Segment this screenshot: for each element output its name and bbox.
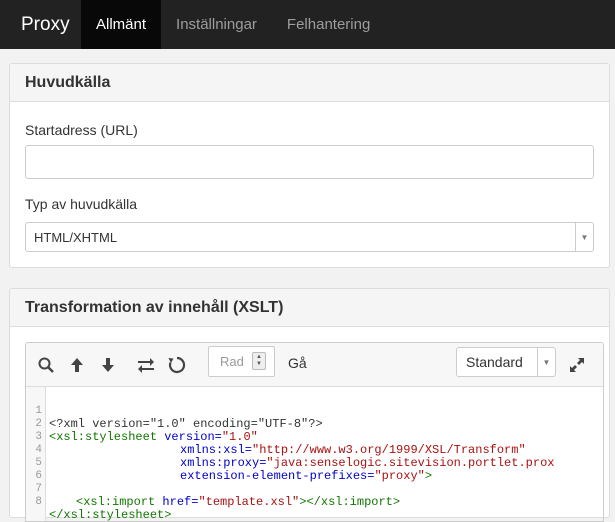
replace-icon[interactable] [135, 354, 157, 376]
line-stepper[interactable]: ▲ ▼ [252, 352, 266, 370]
code-line: 7 <xsl:import href="template.xsl"></xsl:… [26, 470, 603, 509]
xslt-title: Transformation av innehåll (XSLT) [10, 289, 609, 327]
code-editor[interactable]: Rad ▲ ▼ Gå Standard ▼ 1 <?xml version="1.… [25, 342, 604, 522]
chevron-down-icon[interactable]: ▼ [537, 348, 555, 376]
code-tag: ></xsl:import> [299, 495, 401, 509]
line-number: 8 [35, 496, 42, 508]
code-line: 6 [26, 457, 603, 482]
code-tag: </xsl:stylesheet> [49, 508, 172, 522]
source-type-label: Typ av huvudkälla [25, 196, 138, 212]
arrow-down-icon[interactable] [97, 354, 119, 376]
code-line: 2 <xsl:stylesheet version="1.0" [26, 405, 603, 444]
chevron-down-icon[interactable]: ▼ [575, 223, 593, 251]
go-button[interactable]: Gå [288, 355, 307, 371]
url-label: Startadress (URL) [25, 122, 138, 138]
code-line: 3 xmlns:xsl="http://www.w3.org/1999/XSL/… [26, 418, 603, 457]
theme-select[interactable]: Standard ▼ [456, 347, 556, 377]
code-area[interactable]: 1 <?xml version="1.0" encoding="UTF-8"?>… [26, 387, 603, 521]
tab-settings[interactable]: Inställningar [161, 0, 272, 49]
refresh-icon[interactable] [166, 354, 188, 376]
code-line: 4 xmlns:proxy="java:senselogic.sitevisio… [26, 431, 603, 470]
code-line: 8 </xsl:stylesheet> [26, 483, 603, 521]
theme-value: Standard [466, 354, 523, 370]
code-tag: <xsl:import [76, 495, 156, 509]
expand-icon[interactable] [566, 354, 588, 376]
code-attr: href= [155, 495, 199, 509]
search-icon[interactable] [35, 354, 57, 376]
source-type-select[interactable]: HTML/XHTML ▼ [25, 222, 594, 252]
xslt-panel: Transformation av innehåll (XSLT) Rad ▲ ▼… [9, 288, 610, 522]
url-input[interactable] [25, 145, 594, 179]
code-line: 5 extension-element-prefixes="proxy"> [26, 444, 603, 483]
arrow-up-icon[interactable] [66, 354, 88, 376]
code-line: 1 <?xml version="1.0" encoding="UTF-8"?> [26, 392, 603, 431]
code-string: "template.xsl" [198, 495, 300, 509]
top-navbar: Proxy Allmänt Inställningar Felhantering [0, 0, 615, 49]
tab-general[interactable]: Allmänt [81, 0, 162, 49]
source-type-value: HTML/XHTML [34, 229, 118, 245]
editor-toolbar: Rad ▲ ▼ Gå Standard ▼ [26, 343, 603, 387]
main-source-title: Huvudkälla [10, 64, 609, 102]
tab-error-handling[interactable]: Felhantering [272, 0, 385, 49]
main-source-panel: Huvudkälla Startadress (URL) Typ av huvu… [9, 63, 610, 268]
brand-title[interactable]: Proxy [0, 0, 81, 49]
